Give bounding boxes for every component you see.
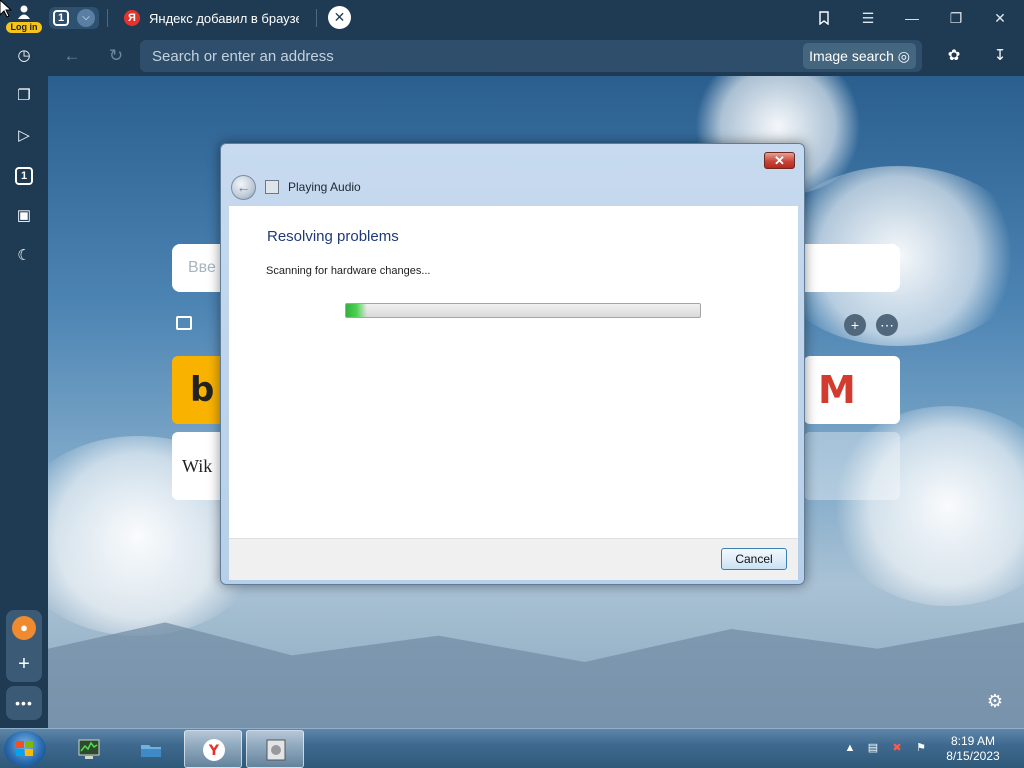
tab-count-icon[interactable]: 1 bbox=[15, 167, 33, 185]
minimize-icon[interactable]: — bbox=[902, 8, 922, 28]
windows-logo-icon bbox=[16, 741, 34, 757]
yandex-browser-icon: Y bbox=[203, 739, 225, 761]
address-bar[interactable]: Search or enter an address Image search … bbox=[140, 40, 922, 72]
tab-divider bbox=[107, 9, 108, 27]
tab-yandex-news[interactable]: Я Яндекс добавил в браузер bbox=[114, 4, 314, 32]
taskbar: Y ▲ ▤ ✖ ⚑ 8:19 AM 8/15/2023 bbox=[0, 728, 1024, 768]
troubleshooter-dialog: ✕ ← Playing Audio Resolving problems Sca… bbox=[220, 143, 805, 585]
dialog-status-text: Scanning for hardware changes... bbox=[266, 265, 431, 277]
address-placeholder: Search or enter an address bbox=[152, 48, 334, 65]
image-search-label: Image search bbox=[809, 48, 894, 64]
add-tile-icon[interactable]: + bbox=[844, 314, 866, 336]
progress-bar bbox=[345, 303, 701, 318]
bing-logo: b bbox=[190, 370, 215, 410]
gmail-logo: M bbox=[818, 368, 856, 412]
progress-fill bbox=[346, 304, 368, 317]
close-window-icon[interactable]: ✕ bbox=[990, 8, 1010, 28]
browser-tab-strip: Log in 1 ⌵ Я Яндекс добавил в браузер ✕ … bbox=[0, 0, 1024, 36]
customize-icon[interactable]: ⚙ bbox=[984, 690, 1006, 712]
clock-time: 8:19 AM bbox=[950, 734, 996, 748]
dialog-footer: Cancel bbox=[229, 538, 798, 580]
network-icon[interactable]: ▤ bbox=[866, 741, 880, 755]
play-icon[interactable]: ▷ bbox=[12, 124, 36, 148]
reload-icon[interactable]: ↻ bbox=[106, 46, 126, 66]
tabs-icon[interactable] bbox=[176, 316, 192, 330]
taskbar-explorer[interactable] bbox=[122, 730, 180, 768]
close-tab-button[interactable]: ✕ bbox=[328, 6, 351, 29]
clock-date: 8/15/2023 bbox=[946, 749, 1000, 763]
download-icon[interactable]: ↧ bbox=[990, 46, 1010, 66]
search-placeholder: Вве bbox=[188, 259, 216, 276]
taskbar-task-manager[interactable] bbox=[60, 730, 118, 768]
camera-icon: ◎ bbox=[897, 48, 910, 64]
screenshot-icon[interactable]: ▣ bbox=[12, 204, 36, 228]
folder-icon bbox=[141, 745, 161, 757]
sidebar-apps-group: ● + bbox=[6, 610, 42, 682]
alice-icon[interactable]: ● bbox=[12, 616, 36, 640]
tile-gmail[interactable]: M bbox=[804, 356, 900, 424]
troubleshooter-app-icon bbox=[265, 180, 279, 194]
bookmarks-icon[interactable] bbox=[814, 8, 834, 28]
dialog-content: Resolving problems Scanning for hardware… bbox=[229, 206, 798, 538]
dialog-heading: Resolving problems bbox=[267, 228, 399, 245]
back-arrow-icon[interactable]: ← bbox=[231, 175, 256, 200]
user-icon bbox=[18, 5, 30, 19]
wikipedia-logo: Wik bbox=[182, 456, 213, 476]
taskbar-yandex-browser[interactable]: Y bbox=[184, 730, 242, 768]
action-center-icon[interactable]: ⚑ bbox=[914, 741, 928, 755]
back-icon[interactable]: ← bbox=[62, 46, 82, 66]
dialog-title: Playing Audio bbox=[288, 180, 361, 194]
svg-text:Y: Y bbox=[208, 743, 220, 759]
tab-count-badge: 1 bbox=[53, 10, 69, 26]
night-mode-icon[interactable]: ☾ bbox=[12, 244, 36, 268]
show-hidden-icons[interactable]: ▲ bbox=[843, 741, 857, 755]
tab-divider bbox=[316, 9, 317, 27]
tile-empty[interactable] bbox=[804, 432, 900, 500]
taskbar-troubleshooter[interactable] bbox=[246, 730, 304, 768]
yandex-favicon-icon: Я bbox=[124, 10, 140, 26]
start-button[interactable] bbox=[4, 731, 46, 767]
troubleshooter-icon bbox=[266, 739, 286, 761]
browser-sidebar: ◷ ❐ ▷ 1 ▣ ☾ ● + ••• bbox=[0, 36, 48, 728]
task-manager-icon bbox=[78, 739, 100, 759]
address-toolbar: ← ↻ Search or enter an address Image sea… bbox=[48, 36, 1024, 76]
dialog-close-button[interactable]: ✕ bbox=[764, 152, 795, 169]
add-icon[interactable]: + bbox=[12, 652, 36, 676]
image-search-button[interactable]: Image search ◎ bbox=[803, 43, 916, 69]
login-label[interactable]: Log in bbox=[6, 22, 42, 33]
tab-counter-button[interactable]: 1 ⌵ bbox=[49, 7, 99, 29]
menu-icon[interactable]: ☰ bbox=[858, 8, 878, 28]
collections-icon[interactable]: ❐ bbox=[12, 84, 36, 108]
cancel-button[interactable]: Cancel bbox=[721, 548, 787, 570]
mouse-pointer-icon bbox=[0, 0, 12, 18]
tab-title: Яндекс добавил в браузер bbox=[149, 11, 299, 26]
history-icon[interactable]: ◷ bbox=[12, 44, 36, 68]
more-icon[interactable]: ••• bbox=[6, 686, 42, 720]
volume-muted-icon[interactable]: ✖ bbox=[890, 741, 904, 755]
extension-icon[interactable]: ✿ bbox=[944, 46, 964, 66]
more-options-icon[interactable]: ⋯ bbox=[876, 314, 898, 336]
restore-icon[interactable]: ❐ bbox=[946, 8, 966, 28]
chevron-down-icon[interactable]: ⌵ bbox=[77, 9, 95, 27]
system-clock[interactable]: 8:19 AM 8/15/2023 bbox=[938, 734, 1008, 764]
